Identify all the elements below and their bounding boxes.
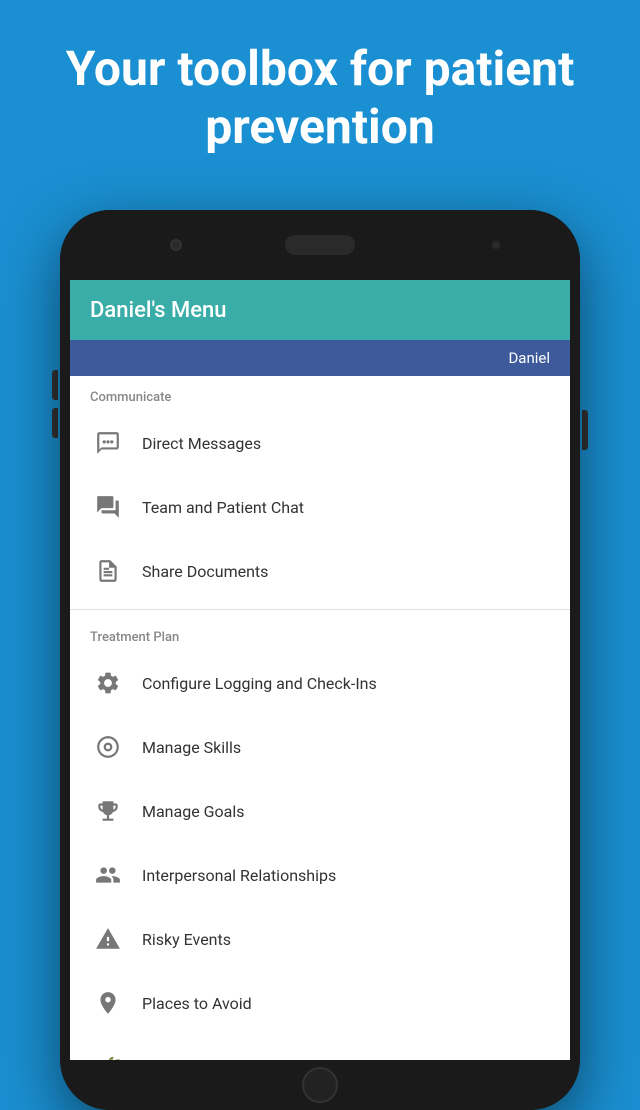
team-patient-chat-label: Team and Patient Chat [142, 498, 304, 517]
risky-events-label: Risky Events [142, 930, 231, 949]
phone-speaker [285, 235, 355, 255]
sub-bar: Daniel [70, 340, 570, 376]
phone-top-bar [60, 210, 580, 280]
front-camera [170, 239, 182, 251]
phone-screen: Daniel's Menu Daniel Communicate [70, 280, 570, 1060]
share-documents-label: Share Documents [142, 562, 268, 581]
people-icon [90, 857, 126, 893]
document-icon [90, 553, 126, 589]
user-label: Daniel [508, 349, 550, 367]
phone-shell: Daniel's Menu Daniel Communicate [60, 210, 580, 1110]
power-button [582, 410, 588, 450]
location-icon [90, 985, 126, 1021]
hero-line2-bold: prevention [205, 98, 435, 155]
home-button[interactable] [302, 1067, 338, 1103]
menu-content: Communicate Direct Messages [70, 376, 570, 1060]
section-divider [70, 609, 570, 610]
menu-item-team-patient-chat[interactable]: Team and Patient Chat [70, 475, 570, 539]
volume-buttons [52, 370, 58, 438]
hero-section: Your toolbox for patient prevention [0, 0, 640, 175]
menu-item-enjoyable-activities[interactable]: 🌴 Enjoyable Activities [70, 1035, 570, 1060]
places-to-avoid-label: Places to Avoid [142, 994, 252, 1013]
manage-skills-label: Manage Skills [142, 738, 241, 757]
menu-item-interpersonal[interactable]: Interpersonal Relationships [70, 843, 570, 907]
section-header-treatment: Treatment Plan [70, 616, 570, 651]
app-bar-title: Daniel's Menu [90, 298, 227, 323]
chat-dots-icon [90, 425, 126, 461]
menu-item-direct-messages[interactable]: Direct Messages [70, 411, 570, 475]
menu-item-share-documents[interactable]: Share Documents [70, 539, 570, 603]
direct-messages-label: Direct Messages [142, 434, 261, 453]
interpersonal-label: Interpersonal Relationships [142, 866, 336, 885]
settings-icon [90, 665, 126, 701]
phone-device: Daniel's Menu Daniel Communicate [60, 210, 580, 1110]
palm-icon: 🌴 [90, 1049, 126, 1060]
target-icon [90, 729, 126, 765]
menu-item-risky-events[interactable]: Risky Events [70, 907, 570, 971]
menu-item-configure-logging[interactable]: Configure Logging and Check-Ins [70, 651, 570, 715]
menu-item-manage-skills[interactable]: Manage Skills [70, 715, 570, 779]
hero-line1: Your toolbox for patient [66, 40, 575, 97]
menu-item-places-to-avoid[interactable]: Places to Avoid [70, 971, 570, 1035]
chat-bubble-icon [90, 489, 126, 525]
phone-bottom-bar [70, 1060, 570, 1110]
phone-indicator-light [492, 241, 500, 249]
trophy-icon [90, 793, 126, 829]
configure-logging-label: Configure Logging and Check-Ins [142, 674, 377, 693]
manage-goals-label: Manage Goals [142, 802, 245, 821]
section-header-communicate: Communicate [70, 376, 570, 411]
menu-item-manage-goals[interactable]: Manage Goals [70, 779, 570, 843]
app-bar: Daniel's Menu [70, 280, 570, 340]
warning-icon [90, 921, 126, 957]
